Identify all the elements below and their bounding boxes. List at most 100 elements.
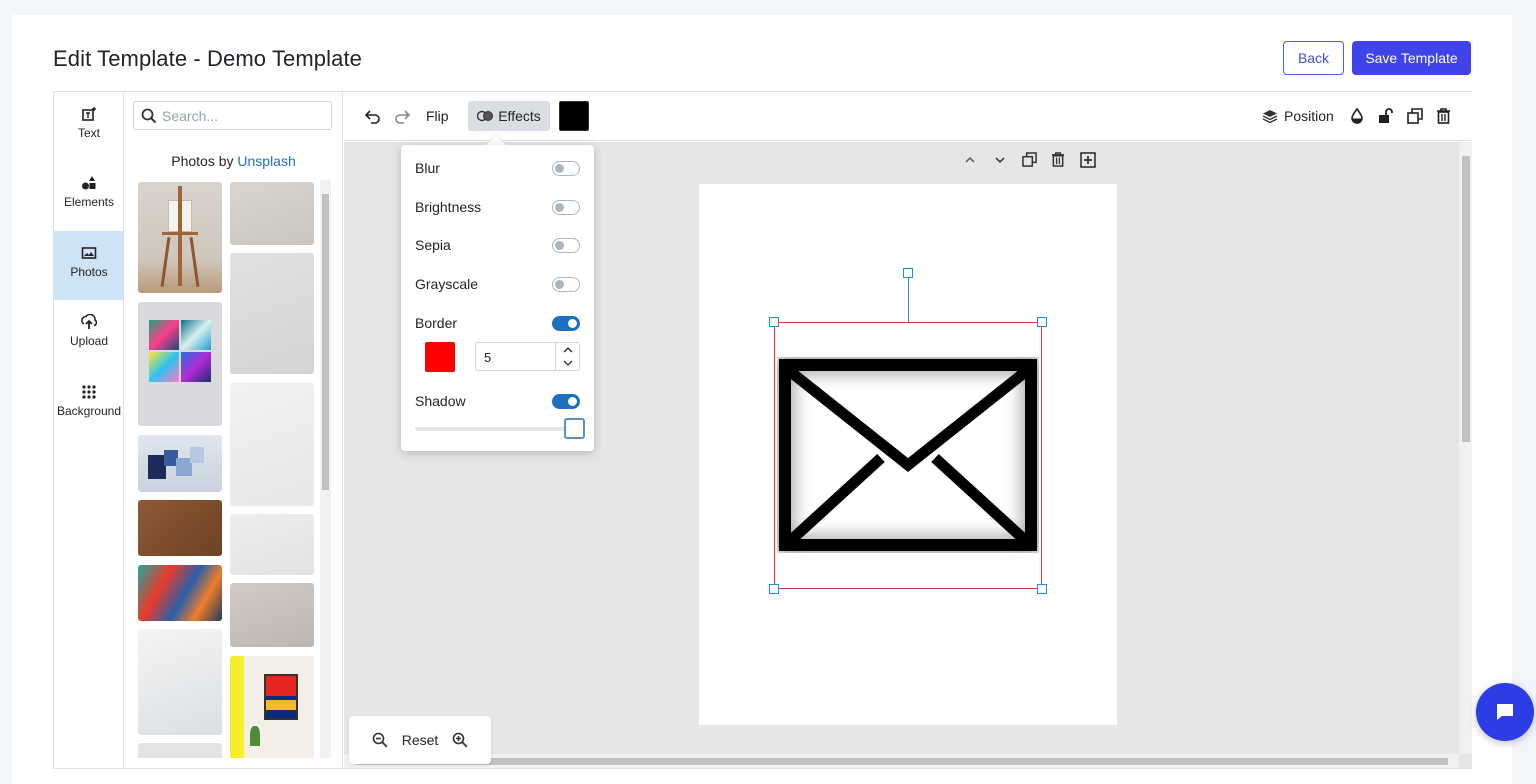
shapes-icon <box>82 176 96 190</box>
delete-page-icon[interactable] <box>1051 152 1065 167</box>
fill-color-swatch[interactable] <box>559 101 589 131</box>
effect-brightness-label: Brightness <box>415 199 482 215</box>
undo-icon[interactable] <box>364 108 382 124</box>
photos-by-text: Photos by <box>171 153 234 169</box>
effect-blur-row: Blur <box>415 158 580 178</box>
duplicate-icon[interactable] <box>1407 108 1423 124</box>
unlock-icon[interactable] <box>1378 108 1394 124</box>
photo-easel[interactable] <box>138 182 222 293</box>
search-icon <box>141 108 157 124</box>
tool-sidebar: Text Elements Photos Upload Background <box>54 92 124 768</box>
tool-background-label: Background <box>56 404 122 418</box>
position-button[interactable]: Position <box>1284 108 1334 124</box>
effects-icon <box>477 110 494 122</box>
photos-attribution: Photos by Unsplash <box>124 153 343 169</box>
photo-white-paper[interactable] <box>138 629 222 735</box>
effect-grayscale-label: Grayscale <box>415 276 479 292</box>
tool-background[interactable]: Background <box>54 370 124 439</box>
zoom-reset-button[interactable]: Reset <box>402 732 439 748</box>
chevron-down-icon[interactable] <box>994 154 1006 166</box>
text-icon <box>82 107 96 121</box>
redo-icon[interactable] <box>393 108 411 124</box>
effect-grayscale-toggle[interactable] <box>552 277 580 292</box>
zoom-out-icon[interactable] <box>372 732 388 748</box>
border-width-input[interactable] <box>484 348 544 366</box>
tool-text-label: Text <box>77 126 100 140</box>
back-button[interactable]: Back <box>1283 41 1344 75</box>
photo-white-texture[interactable] <box>230 514 314 575</box>
effect-shadow-row: Shadow <box>415 391 580 411</box>
stepper-down-icon[interactable] <box>562 359 574 367</box>
effect-blur-toggle[interactable] <box>552 161 580 176</box>
resize-handle-top-right[interactable] <box>1037 317 1047 327</box>
rotation-line <box>908 278 909 322</box>
photo-colorful-paint[interactable] <box>138 565 222 621</box>
photo-abstract-grid[interactable] <box>138 302 222 426</box>
canvas-vertical-scrollbar[interactable] <box>1459 142 1472 754</box>
rotate-handle[interactable] <box>903 268 913 278</box>
effects-popover: Blur Brightness Sepia Grayscale Border S… <box>401 145 594 451</box>
effect-brightness-toggle[interactable] <box>552 200 580 215</box>
shadow-slider-track[interactable] <box>415 427 575 431</box>
effect-border-toggle[interactable] <box>552 316 580 331</box>
effect-shadow-toggle[interactable] <box>552 394 580 409</box>
zoom-in-icon[interactable] <box>452 732 468 748</box>
photos-panel: Photos by Unsplash <box>124 92 343 768</box>
border-width-stepper[interactable] <box>555 343 579 370</box>
photos-scrollbar-thumb[interactable] <box>322 194 329 490</box>
upload-icon <box>81 314 97 329</box>
effect-sepia-label: Sepia <box>415 237 451 253</box>
photo-yellow-art[interactable] <box>230 656 314 758</box>
effect-border-label: Border <box>415 315 458 331</box>
photo-linen-2[interactable] <box>230 253 314 374</box>
zoom-controls: Reset <box>349 716 491 764</box>
effects-button[interactable]: Effects <box>468 101 550 131</box>
effect-sepia-toggle[interactable] <box>552 238 580 253</box>
photo-beige-wall[interactable] <box>230 583 314 647</box>
photo-gray-partial[interactable] <box>138 743 222 758</box>
canvas-vertical-scrollbar-thumb[interactable] <box>1462 156 1470 442</box>
template-editor: Text Elements Photos Upload Background S… <box>53 91 1472 769</box>
photo-brown-texture[interactable] <box>138 500 222 556</box>
tool-photos[interactable]: Photos <box>54 231 124 300</box>
page-title: Edit Template - Demo Template <box>53 46 363 71</box>
effect-grayscale-row: Grayscale <box>415 274 580 294</box>
effect-sepia-row: Sepia <box>415 235 580 255</box>
trash-icon[interactable] <box>1436 108 1451 124</box>
duplicate-page-icon[interactable] <box>1022 152 1037 167</box>
photos-scrollbar[interactable] <box>320 180 331 758</box>
photo-blue-squares[interactable] <box>138 435 222 492</box>
chevron-up-icon[interactable] <box>964 154 976 166</box>
border-color-swatch[interactable] <box>425 342 455 372</box>
flip-button[interactable]: Flip <box>426 108 449 124</box>
search-input[interactable] <box>162 105 327 126</box>
tool-elements-label: Elements <box>63 195 115 209</box>
resize-handle-top-left[interactable] <box>769 317 779 327</box>
add-page-icon[interactable] <box>1080 152 1096 168</box>
chat-button[interactable] <box>1476 683 1534 741</box>
tool-upload-label: Upload <box>69 334 109 348</box>
chat-icon <box>1497 704 1513 720</box>
resize-handle-bottom-left[interactable] <box>769 584 779 594</box>
tool-upload[interactable]: Upload <box>54 300 124 369</box>
tool-text[interactable]: Text <box>54 92 124 161</box>
element-toolbar: Flip Effects Position <box>344 92 1472 141</box>
border-width-field <box>475 342 580 371</box>
save-template-button[interactable]: Save Template <box>1352 41 1471 75</box>
effect-border-row: Border <box>415 313 580 333</box>
canvas-horizontal-scrollbar-thumb[interactable] <box>358 758 1448 765</box>
photo-linen-1[interactable] <box>230 182 314 245</box>
tool-elements[interactable]: Elements <box>54 161 124 230</box>
resize-handle-bottom-right[interactable] <box>1037 584 1047 594</box>
editor-card: Edit Template - Demo Template Back Save … <box>12 15 1512 784</box>
photo-white-wall[interactable] <box>230 382 314 506</box>
effect-blur-label: Blur <box>415 160 440 176</box>
transparency-icon[interactable] <box>1350 108 1364 124</box>
tool-photos-label: Photos <box>70 265 108 279</box>
layers-icon <box>1262 110 1278 123</box>
selection-box <box>774 322 1042 589</box>
canvas-horizontal-scrollbar[interactable] <box>344 754 1459 768</box>
unsplash-link[interactable]: Unsplash <box>237 153 295 169</box>
stepper-up-icon[interactable] <box>562 346 574 354</box>
shadow-slider-thumb[interactable] <box>564 418 585 439</box>
